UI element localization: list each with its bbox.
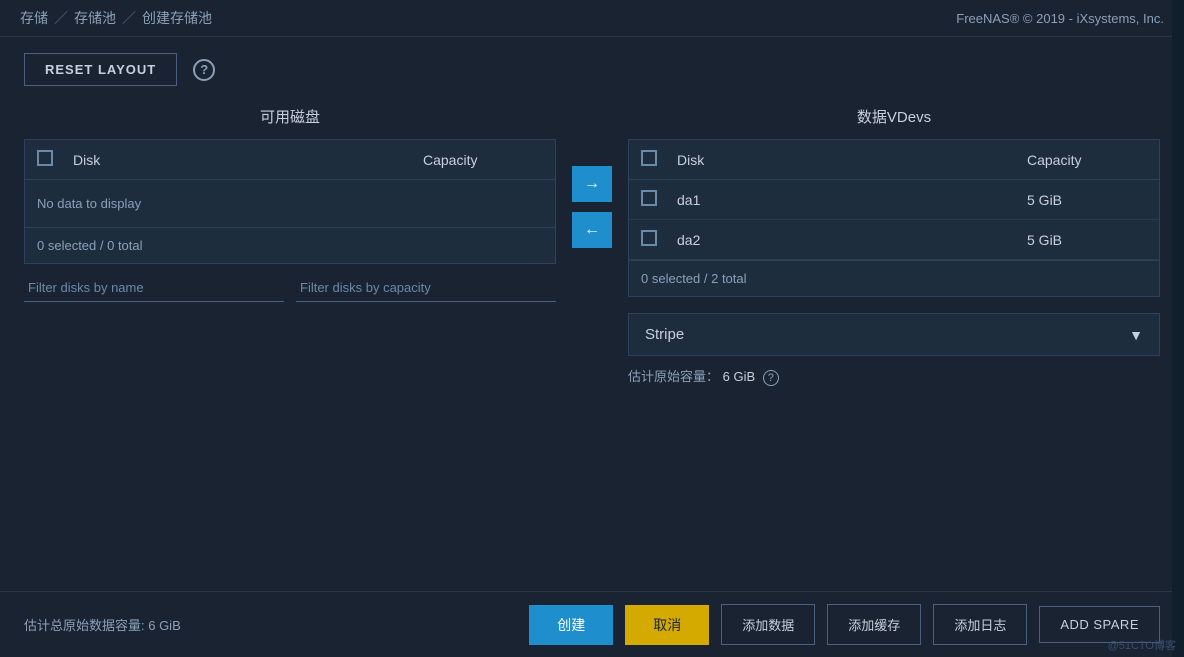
table-row: da1 5 GiB [629,180,1159,220]
sep2: ／ [122,8,136,28]
select-all-left-checkbox[interactable] [37,150,53,166]
transfer-buttons: → ← [556,166,628,248]
panels-container: 可用磁盘 Disk Capacity No data to display 0 … [24,106,1160,386]
right-panel: 数据VDevs Disk Capacity da1 5 GiB [628,106,1160,386]
header-check-right [641,150,677,169]
select-all-right-checkbox[interactable] [641,150,657,166]
dropdown-arrow-icon: ▼ [1129,327,1143,343]
filter-row [24,274,556,302]
row1-capacity: 5 GiB [1027,192,1147,208]
no-data-message: No data to display [25,180,555,227]
scrollbar[interactable] [1172,0,1184,657]
transfer-right-button[interactable]: → [572,166,612,202]
row2-capacity: 5 GiB [1027,232,1147,248]
left-table-footer: 0 selected / 0 total [25,227,555,263]
raw-capacity-label: 估计原始容量： [628,369,719,384]
watermark: @51CTO博客 [1108,637,1176,653]
create-button[interactable]: 创建 [529,605,613,645]
row2-checkbox[interactable] [641,230,657,246]
left-col-capacity-header: Capacity [423,152,543,168]
help-icon[interactable]: ? [193,59,215,81]
top-bar: 存储 ／ 存储池 ／ 创建存储池 FreeNAS® © 2019 - iXsys… [0,0,1184,37]
left-panel-title: 可用磁盘 [24,106,556,127]
right-col-disk-header: Disk [677,152,1027,168]
right-col-capacity-header: Capacity [1027,152,1147,168]
available-disks-header: Disk Capacity [25,140,555,180]
bottom-bar: 估计总原始数据容量: 6 GiB 创建 取消 添加数据 添加缓存 添加日志 AD… [0,591,1184,657]
available-disks-table: Disk Capacity No data to display 0 selec… [24,139,556,264]
right-panel-title: 数据VDevs [628,106,1160,127]
right-table-footer: 0 selected / 2 total [629,260,1159,296]
reset-layout-button[interactable]: RESET LAYOUT [24,53,177,86]
stripe-label: Stripe [645,326,684,343]
row1-check [641,190,677,209]
cancel-button[interactable]: 取消 [625,605,709,645]
left-col-disk-header: Disk [73,152,423,168]
header-check-left [37,150,73,169]
row1-disk: da1 [677,192,1027,208]
row1-checkbox[interactable] [641,190,657,206]
data-vdevs-table: Disk Capacity da1 5 GiB da2 5 GiB [628,139,1160,297]
brand-text: FreeNAS® © 2019 - iXsystems, Inc. [956,11,1164,26]
add-log-button[interactable]: 添加日志 [933,604,1027,645]
raw-capacity-value: 6 GiB [723,369,756,384]
breadcrumb-create[interactable]: 创建存储池 [142,8,212,28]
filter-capacity-input[interactable] [296,274,556,302]
add-cache-button[interactable]: 添加缓存 [827,604,921,645]
table-row: da2 5 GiB [629,220,1159,260]
top-actions: RESET LAYOUT ? [24,53,1160,86]
sep1: ／ [54,8,68,28]
filter-name-input[interactable] [24,274,284,302]
capacity-help-icon[interactable]: ? [763,370,779,386]
row2-disk: da2 [677,232,1027,248]
total-capacity-label: 估计总原始数据容量: 6 GiB [24,615,517,634]
stripe-dropdown[interactable]: Stripe ▼ [628,313,1160,356]
transfer-left-button[interactable]: ← [572,212,612,248]
stripe-section: Stripe ▼ 估计原始容量： 6 GiB ? [628,313,1160,386]
raw-capacity-info: 估计原始容量： 6 GiB ? [628,366,1160,386]
row2-check [641,230,677,249]
breadcrumb: 存储 ／ 存储池 ／ 创建存储池 [20,8,212,28]
data-vdevs-header: Disk Capacity [629,140,1159,180]
add-data-button[interactable]: 添加数据 [721,604,815,645]
left-panel: 可用磁盘 Disk Capacity No data to display 0 … [24,106,556,302]
breadcrumb-pool[interactable]: 存储池 [74,8,116,28]
breadcrumb-storage[interactable]: 存储 [20,8,48,28]
main-content: RESET LAYOUT ? 可用磁盘 Disk Capacity No dat… [0,37,1184,402]
